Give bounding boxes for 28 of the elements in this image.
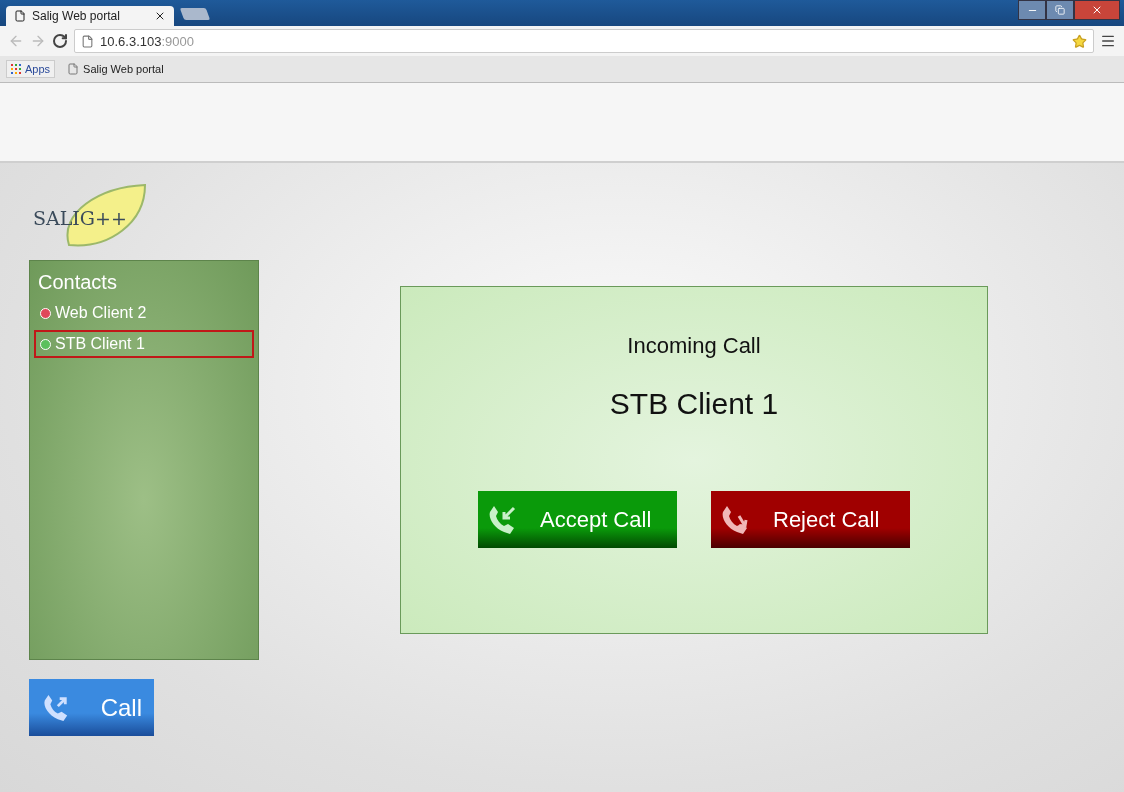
logo-text: SALIG++ [33,207,127,229]
call-button[interactable]: Call [29,679,154,736]
menu-icon[interactable] [1100,33,1116,49]
reload-icon[interactable] [52,33,68,49]
page-icon [67,63,80,75]
close-icon[interactable] [154,10,166,22]
tab-title: Salig Web portal [32,9,120,23]
page-icon [14,10,26,22]
url-text: 10.6.3.103:9000 [100,33,194,49]
star-icon[interactable] [1072,33,1087,49]
restore-icon [1055,5,1065,15]
dialog-heading: Incoming Call [627,333,761,359]
address-bar[interactable]: 10.6.3.103:9000 [74,29,1094,53]
bookmark[interactable]: Salig Web portal [63,61,168,77]
contact-name: Web Client 2 [55,304,147,322]
caller-name: STB Client 1 [609,387,779,421]
bookmark[interactable]: Apps [6,60,56,78]
apps-grid-icon [11,64,21,74]
restore-button[interactable] [1046,0,1074,20]
accept-button[interactable]: Accept Call [478,491,677,548]
browser-tab[interactable]: Salig Web portal [6,6,174,26]
contact-name: STB Client 1 [55,335,145,353]
page-icon [81,34,94,48]
new-tab-button[interactable] [179,8,211,20]
close-icon [1091,4,1103,16]
contacts-title: Contacts [38,271,118,294]
reject-button[interactable]: Reject Call [711,491,910,548]
minimize-button[interactable] [1018,0,1046,20]
